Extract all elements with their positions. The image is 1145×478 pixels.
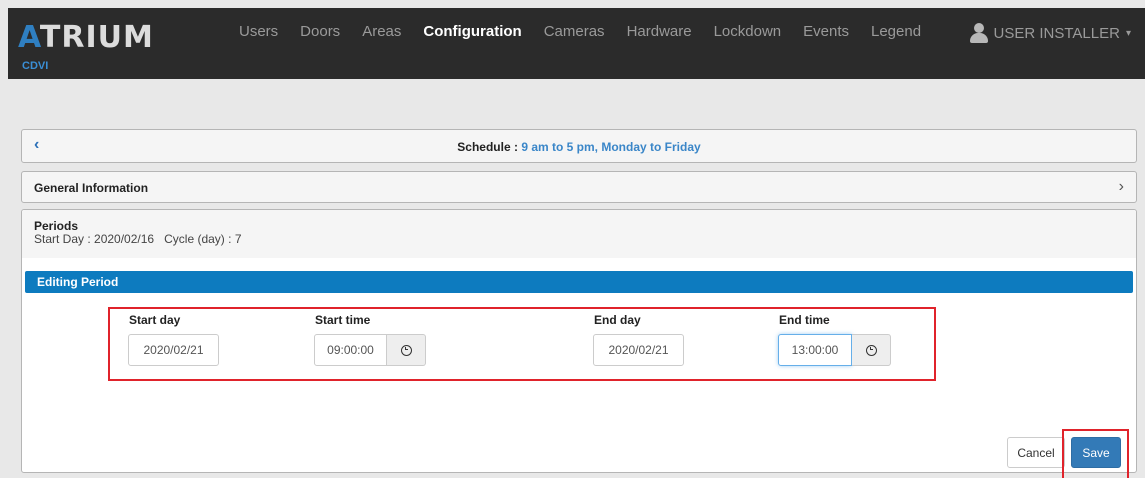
user-name: USER INSTALLER (993, 24, 1120, 42)
user-menu[interactable]: USER INSTALLER ▾ (969, 23, 1131, 43)
nav-hardware[interactable]: Hardware (616, 23, 703, 40)
nav-events[interactable]: Events (792, 23, 860, 40)
nav-configuration[interactable]: Configuration (412, 23, 532, 40)
chevron-right-icon[interactable]: › (1119, 178, 1124, 196)
nav-doors[interactable]: Doors (289, 23, 351, 40)
general-information-title: General Information (34, 181, 149, 195)
nav-users[interactable]: Users (228, 23, 289, 40)
periods-header: Periods Start Day : 2020/02/16 Cycle (da… (22, 210, 1136, 258)
nav-lockdown[interactable]: Lockdown (703, 23, 793, 40)
fields-highlight-box (108, 307, 936, 381)
periods-cycle: 7 (234, 232, 242, 246)
cdvi-label: CDVI (22, 60, 49, 72)
nav-areas[interactable]: Areas (351, 23, 412, 40)
schedule-name: 9 am to 5 pm, Monday to Friday (521, 140, 701, 154)
general-information-panel[interactable]: General Information › (21, 171, 1137, 203)
editing-period-header: Editing Period (25, 271, 1133, 293)
caret-down-icon: ▾ (1125, 27, 1131, 39)
user-icon (969, 23, 988, 43)
nav-cameras[interactable]: Cameras (533, 23, 616, 40)
schedule-label: Schedule : (457, 140, 518, 154)
top-navbar: ATRIUM CDVI Users Doors Areas Configurat… (8, 8, 1145, 79)
schedule-panel: ‹ Schedule : 9 am to 5 pm, Monday to Fri… (21, 129, 1137, 163)
periods-title: Periods (34, 219, 79, 233)
periods-start-day: 2020/02/16 (94, 232, 155, 246)
main-nav: Users Doors Areas Configuration Cameras … (228, 23, 932, 40)
schedule-title: Schedule : 9 am to 5 pm, Monday to Frida… (22, 140, 1136, 154)
save-highlight-box (1062, 429, 1129, 478)
cancel-button[interactable]: Cancel (1007, 437, 1065, 468)
atrium-logo[interactable]: ATRIUM (18, 20, 154, 55)
periods-info: Start Day : 2020/02/16 Cycle (day) : 7 (34, 232, 242, 246)
nav-legend[interactable]: Legend (860, 23, 932, 40)
